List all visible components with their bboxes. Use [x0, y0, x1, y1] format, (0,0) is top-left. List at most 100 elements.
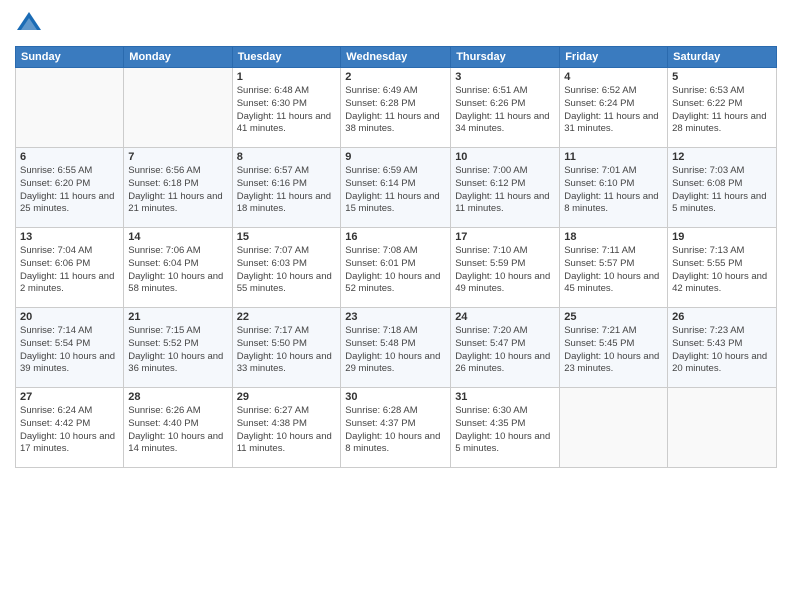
day-number: 7: [128, 151, 227, 163]
day-info: Sunrise: 7:01 AM Sunset: 6:10 PM Dayligh…: [564, 165, 663, 216]
day-number: 20: [20, 311, 119, 323]
calendar-cell: [124, 68, 232, 148]
header: [15, 10, 777, 38]
calendar-cell: [16, 68, 124, 148]
calendar-cell: 25 Sunrise: 7:21 AM Sunset: 5:45 PM Dayli…: [560, 308, 668, 388]
day-number: 3: [455, 71, 555, 83]
calendar-header-row: SundayMondayTuesdayWednesdayThursdayFrid…: [16, 47, 777, 68]
calendar-day-header: Saturday: [668, 47, 777, 68]
day-number: 14: [128, 231, 227, 243]
calendar-day-header: Sunday: [16, 47, 124, 68]
day-info: Sunrise: 7:07 AM Sunset: 6:03 PM Dayligh…: [237, 245, 337, 296]
day-info: Sunrise: 7:17 AM Sunset: 5:50 PM Dayligh…: [237, 325, 337, 376]
day-number: 29: [237, 391, 337, 403]
day-info: Sunrise: 6:28 AM Sunset: 4:37 PM Dayligh…: [345, 405, 446, 456]
day-info: Sunrise: 7:10 AM Sunset: 5:59 PM Dayligh…: [455, 245, 555, 296]
day-number: 4: [564, 71, 663, 83]
day-info: Sunrise: 7:13 AM Sunset: 5:55 PM Dayligh…: [672, 245, 772, 296]
calendar-cell: 31 Sunrise: 6:30 AM Sunset: 4:35 PM Dayli…: [451, 388, 560, 468]
calendar-cell: 8Sunrise: 6:57 AM Sunset: 6:16 PM Daylig…: [232, 148, 341, 228]
calendar-day-header: Tuesday: [232, 47, 341, 68]
day-info: Sunrise: 6:55 AM Sunset: 6:20 PM Dayligh…: [20, 165, 119, 216]
day-number: 19: [672, 231, 772, 243]
calendar-cell: 2Sunrise: 6:49 AM Sunset: 6:28 PM Daylig…: [341, 68, 451, 148]
calendar-cell: 30 Sunrise: 6:28 AM Sunset: 4:37 PM Dayli…: [341, 388, 451, 468]
calendar-cell: 21Sunrise: 7:15 AM Sunset: 5:52 PM Dayli…: [124, 308, 232, 388]
calendar-cell: 9 Sunrise: 6:59 AM Sunset: 6:14 PM Daylig…: [341, 148, 451, 228]
day-info: Sunrise: 6:30 AM Sunset: 4:35 PM Dayligh…: [455, 405, 555, 456]
calendar-cell: 10Sunrise: 7:00 AM Sunset: 6:12 PM Dayli…: [451, 148, 560, 228]
day-number: 15: [237, 231, 337, 243]
logo-icon: [15, 10, 43, 38]
day-info: Sunrise: 7:08 AM Sunset: 6:01 PM Dayligh…: [345, 245, 446, 296]
calendar-cell: 11 Sunrise: 7:01 AM Sunset: 6:10 PM Dayli…: [560, 148, 668, 228]
calendar-cell: 5Sunrise: 6:53 AM Sunset: 6:22 PM Daylig…: [668, 68, 777, 148]
day-number: 22: [237, 311, 337, 323]
calendar-cell: 13 Sunrise: 7:04 AM Sunset: 6:06 PM Dayli…: [16, 228, 124, 308]
day-number: 11: [564, 151, 663, 163]
calendar-cell: 6 Sunrise: 6:55 AM Sunset: 6:20 PM Daylig…: [16, 148, 124, 228]
day-info: Sunrise: 7:18 AM Sunset: 5:48 PM Dayligh…: [345, 325, 446, 376]
calendar-week-row: 13 Sunrise: 7:04 AM Sunset: 6:06 PM Dayli…: [16, 228, 777, 308]
day-number: 23: [345, 311, 446, 323]
calendar-cell: 12Sunrise: 7:03 AM Sunset: 6:08 PM Dayli…: [668, 148, 777, 228]
day-number: 5: [672, 71, 772, 83]
day-number: 1: [237, 71, 337, 83]
calendar-cell: 29 Sunrise: 6:27 AM Sunset: 4:38 PM Dayli…: [232, 388, 341, 468]
day-number: 6: [20, 151, 119, 163]
day-info: Sunrise: 7:21 AM Sunset: 5:45 PM Dayligh…: [564, 325, 663, 376]
day-number: 27: [20, 391, 119, 403]
day-info: Sunrise: 6:24 AM Sunset: 4:42 PM Dayligh…: [20, 405, 119, 456]
calendar-cell: 19 Sunrise: 7:13 AM Sunset: 5:55 PM Dayli…: [668, 228, 777, 308]
calendar-day-header: Wednesday: [341, 47, 451, 68]
day-info: Sunrise: 6:52 AM Sunset: 6:24 PM Dayligh…: [564, 85, 663, 136]
calendar-cell: 3 Sunrise: 6:51 AM Sunset: 6:26 PM Daylig…: [451, 68, 560, 148]
day-number: 17: [455, 231, 555, 243]
calendar-cell: 4 Sunrise: 6:52 AM Sunset: 6:24 PM Daylig…: [560, 68, 668, 148]
calendar-cell: 16 Sunrise: 7:08 AM Sunset: 6:01 PM Dayli…: [341, 228, 451, 308]
calendar-cell: 22 Sunrise: 7:17 AM Sunset: 5:50 PM Dayli…: [232, 308, 341, 388]
calendar-day-header: Friday: [560, 47, 668, 68]
calendar-cell: 18 Sunrise: 7:11 AM Sunset: 5:57 PM Dayli…: [560, 228, 668, 308]
day-info: Sunrise: 7:06 AM Sunset: 6:04 PM Dayligh…: [128, 245, 227, 296]
day-info: Sunrise: 7:14 AM Sunset: 5:54 PM Dayligh…: [20, 325, 119, 376]
day-number: 13: [20, 231, 119, 243]
calendar-cell: 20 Sunrise: 7:14 AM Sunset: 5:54 PM Dayli…: [16, 308, 124, 388]
page: SundayMondayTuesdayWednesdayThursdayFrid…: [0, 0, 792, 478]
calendar-cell: [560, 388, 668, 468]
day-number: 16: [345, 231, 446, 243]
day-number: 31: [455, 391, 555, 403]
day-number: 25: [564, 311, 663, 323]
day-info: Sunrise: 7:00 AM Sunset: 6:12 PM Dayligh…: [455, 165, 555, 216]
day-number: 30: [345, 391, 446, 403]
calendar-week-row: 6 Sunrise: 6:55 AM Sunset: 6:20 PM Daylig…: [16, 148, 777, 228]
day-number: 18: [564, 231, 663, 243]
day-info: Sunrise: 7:11 AM Sunset: 5:57 PM Dayligh…: [564, 245, 663, 296]
calendar-cell: 17 Sunrise: 7:10 AM Sunset: 5:59 PM Dayli…: [451, 228, 560, 308]
day-number: 28: [128, 391, 227, 403]
calendar-cell: 28Sunrise: 6:26 AM Sunset: 4:40 PM Dayli…: [124, 388, 232, 468]
day-info: Sunrise: 6:27 AM Sunset: 4:38 PM Dayligh…: [237, 405, 337, 456]
calendar-cell: 23 Sunrise: 7:18 AM Sunset: 5:48 PM Dayli…: [341, 308, 451, 388]
calendar-day-header: Monday: [124, 47, 232, 68]
day-info: Sunrise: 7:04 AM Sunset: 6:06 PM Dayligh…: [20, 245, 119, 296]
day-info: Sunrise: 7:15 AM Sunset: 5:52 PM Dayligh…: [128, 325, 227, 376]
calendar-cell: 7 Sunrise: 6:56 AM Sunset: 6:18 PM Daylig…: [124, 148, 232, 228]
day-info: Sunrise: 6:56 AM Sunset: 6:18 PM Dayligh…: [128, 165, 227, 216]
logo: [15, 10, 47, 38]
calendar-cell: 15 Sunrise: 7:07 AM Sunset: 6:03 PM Dayli…: [232, 228, 341, 308]
calendar-week-row: 20 Sunrise: 7:14 AM Sunset: 5:54 PM Dayli…: [16, 308, 777, 388]
calendar-cell: 27 Sunrise: 6:24 AM Sunset: 4:42 PM Dayli…: [16, 388, 124, 468]
day-info: Sunrise: 6:59 AM Sunset: 6:14 PM Dayligh…: [345, 165, 446, 216]
calendar-week-row: 1 Sunrise: 6:48 AM Sunset: 6:30 PM Daylig…: [16, 68, 777, 148]
day-number: 2: [345, 71, 446, 83]
day-number: 8: [237, 151, 337, 163]
calendar-cell: 1 Sunrise: 6:48 AM Sunset: 6:30 PM Daylig…: [232, 68, 341, 148]
day-info: Sunrise: 6:51 AM Sunset: 6:26 PM Dayligh…: [455, 85, 555, 136]
day-number: 9: [345, 151, 446, 163]
day-info: Sunrise: 6:48 AM Sunset: 6:30 PM Dayligh…: [237, 85, 337, 136]
day-info: Sunrise: 7:20 AM Sunset: 5:47 PM Dayligh…: [455, 325, 555, 376]
calendar-cell: 14 Sunrise: 7:06 AM Sunset: 6:04 PM Dayli…: [124, 228, 232, 308]
day-number: 24: [455, 311, 555, 323]
calendar-week-row: 27 Sunrise: 6:24 AM Sunset: 4:42 PM Dayli…: [16, 388, 777, 468]
